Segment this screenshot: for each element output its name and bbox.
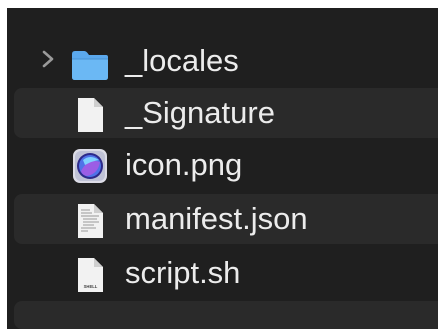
file-name: _Signature [125,95,275,130]
finder-window: _locales _Signature icon.png manifest.js… [0,0,438,329]
file-name: icon.png [125,147,243,182]
list-row-signature-file[interactable]: _Signature [14,88,438,138]
list-row-locales-folder[interactable]: _locales [14,36,438,86]
chevron-right-icon[interactable] [38,48,58,70]
file-name: manifest.json [125,201,308,236]
shell-script-icon: SHELL [70,256,110,294]
file-name: script.sh [125,255,241,290]
shell-icon-label: SHELL [84,284,98,289]
list-row-script-sh[interactable]: SHELL script.sh [14,248,438,298]
document-icon [70,96,110,134]
list-row-manifest-json[interactable]: manifest.json [14,194,438,244]
file-name: _locales [125,43,239,78]
png-image-icon [70,148,110,186]
json-document-icon [70,202,110,240]
file-list-view: _locales _Signature icon.png manifest.js… [7,8,438,329]
list-row-icon-png[interactable]: icon.png [14,140,438,190]
empty-list-row [14,301,438,329]
folder-icon [70,44,110,82]
